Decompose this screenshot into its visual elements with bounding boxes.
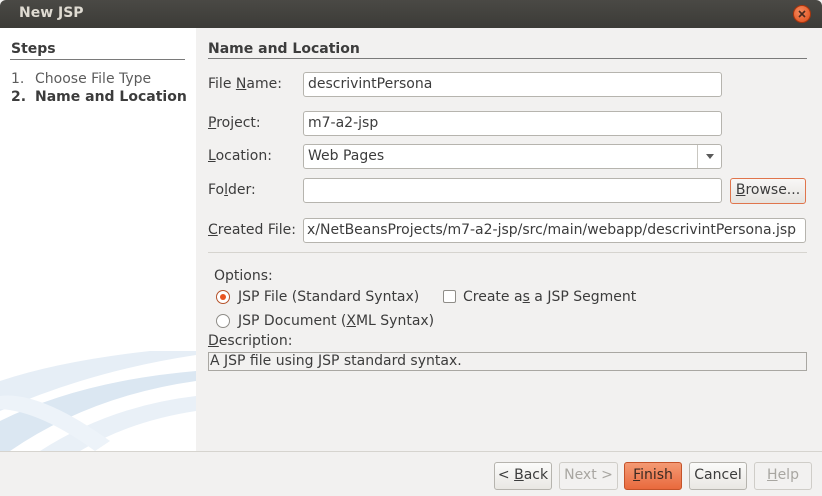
project-label: Project:: [208, 115, 261, 131]
step-name-and-location: 2. Name and Location: [11, 89, 187, 105]
project-field[interactable]: m7-a2-jsp: [303, 111, 722, 136]
steps-divider: [10, 59, 185, 60]
back-button[interactable]: < Back: [494, 462, 552, 490]
location-value: Web Pages: [308, 148, 385, 164]
file-name-label: File Name:: [208, 76, 282, 92]
options-separator: [208, 252, 807, 253]
finish-button[interactable]: Finish: [624, 462, 682, 490]
help-button[interactable]: Help: [754, 462, 812, 490]
jsp-file-radio[interactable]: [216, 290, 230, 304]
close-button[interactable]: [793, 5, 811, 23]
jsp-document-label[interactable]: JSP Document (XML Syntax): [238, 313, 434, 329]
cancel-button[interactable]: Cancel: [689, 462, 747, 490]
chevron-down-icon: [706, 154, 714, 159]
dropdown-arrow[interactable]: [697, 145, 721, 168]
created-file-label: Created File:: [208, 222, 297, 238]
location-label: Location:: [208, 148, 272, 164]
created-file-field[interactable]: x/NetBeansProjects/m7-a2-jsp/src/main/we…: [303, 218, 806, 243]
jsp-document-radio[interactable]: [216, 314, 230, 328]
location-combo[interactable]: Web Pages: [303, 144, 722, 169]
decorative-swoosh: [0, 351, 196, 451]
description-label: Description:: [208, 333, 293, 349]
step-choose-file-type: 1. Choose File Type: [11, 71, 152, 87]
file-name-input[interactable]: descrivintPersona: [303, 72, 722, 97]
folder-input[interactable]: [303, 178, 722, 203]
panel-title: Name and Location: [208, 41, 360, 57]
browse-button[interactable]: Browse...: [730, 178, 806, 204]
jsp-segment-label[interactable]: Create as a JSP Segment: [463, 289, 636, 305]
description-text: A JSP file using JSP standard syntax.: [208, 352, 807, 371]
jsp-file-label[interactable]: JSP File (Standard Syntax): [238, 289, 419, 305]
button-bar-divider: [0, 451, 822, 452]
jsp-segment-checkbox[interactable]: [443, 290, 456, 303]
panel-divider: [208, 58, 807, 59]
close-icon: [798, 10, 806, 18]
steps-panel: Steps 1. Choose File Type 2. Name and Loca…: [0, 28, 196, 451]
steps-title: Steps: [11, 41, 56, 57]
title-bar: New JSP: [0, 0, 822, 28]
next-button[interactable]: Next >: [559, 462, 618, 490]
options-title: Options:: [214, 268, 273, 284]
window-title: New JSP: [19, 5, 84, 21]
folder-label: Folder:: [208, 182, 256, 198]
